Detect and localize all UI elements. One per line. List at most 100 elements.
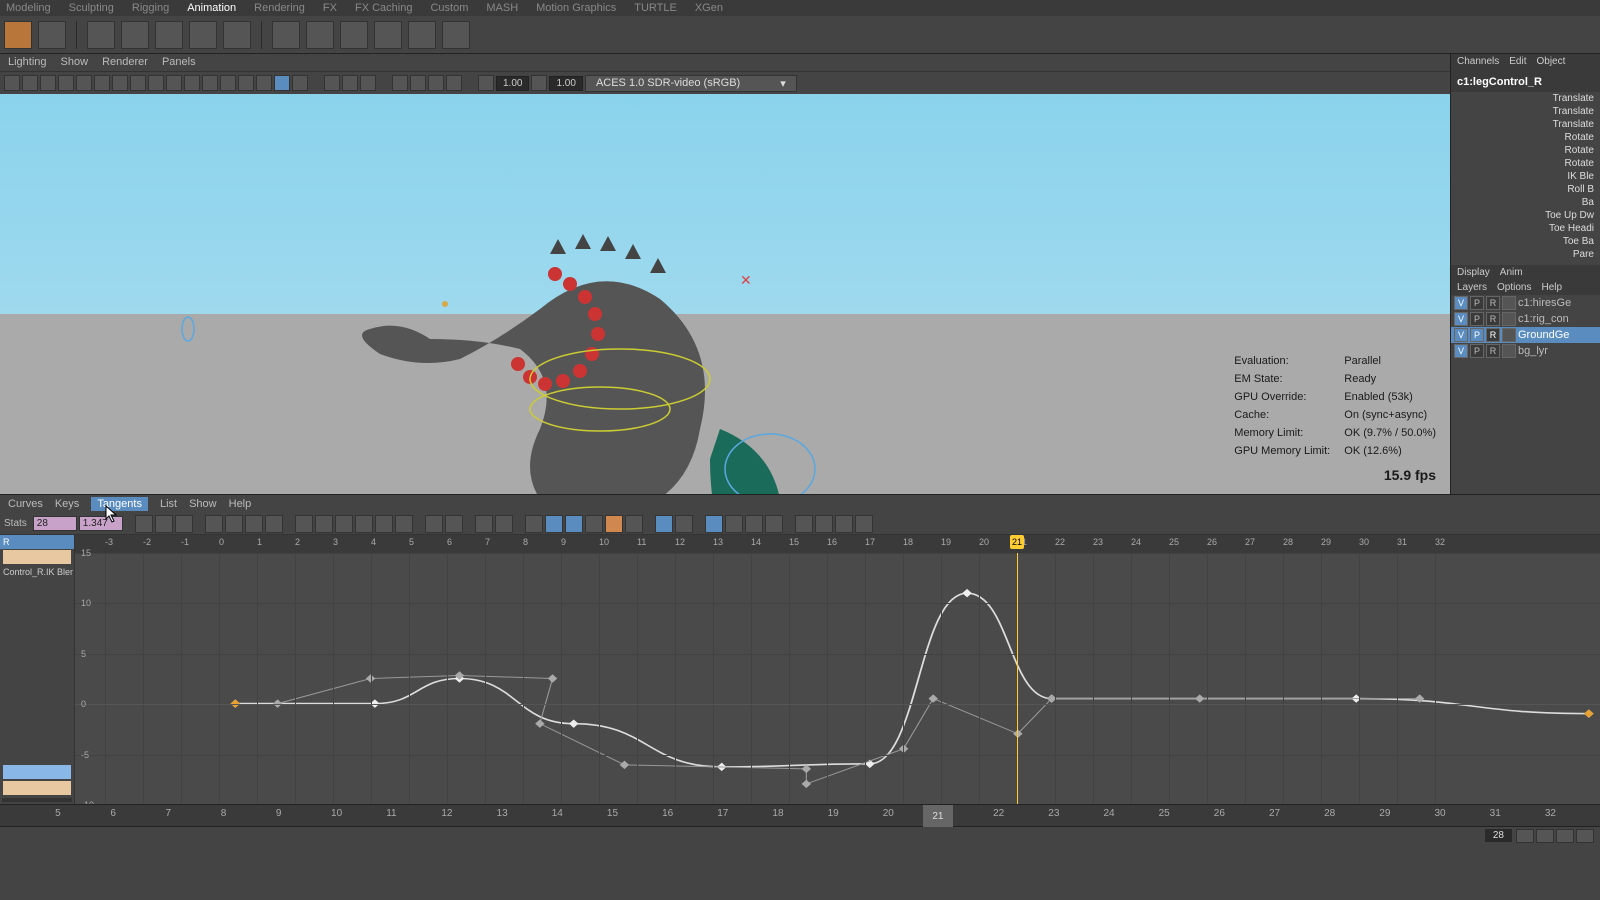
ge-time-ruler[interactable]: -3-2-10123456789101112131415161718192021… <box>75 535 1600 553</box>
vp-exposure-field[interactable]: 1.00 <box>549 76 582 91</box>
ge-btn-33[interactable] <box>855 515 873 533</box>
ge-btn-20[interactable] <box>565 515 583 533</box>
vp-tool-14[interactable] <box>238 75 254 91</box>
ws-rigging[interactable]: Rigging <box>132 2 169 14</box>
ge-menu-keys[interactable]: Keys <box>55 498 79 510</box>
ge-btn-2[interactable] <box>155 515 173 533</box>
cb-attr[interactable]: IK Ble <box>1451 170 1600 183</box>
vp-tool-21[interactable] <box>392 75 408 91</box>
cb-tab-object[interactable]: Object <box>1537 56 1566 70</box>
layer-ref-toggle[interactable]: R <box>1486 328 1500 342</box>
layer-color-swatch[interactable] <box>1502 296 1516 310</box>
ge-tangent-spline[interactable] <box>295 515 313 533</box>
ws-mograph[interactable]: Motion Graphics <box>536 2 616 14</box>
ge-tangent-flat[interactable] <box>375 515 393 533</box>
ge-btn-32[interactable] <box>835 515 853 533</box>
layer-visible-toggle[interactable]: V <box>1454 344 1468 358</box>
shelf-btn-13[interactable] <box>442 21 470 49</box>
vp-tool-5[interactable] <box>76 75 92 91</box>
ge-channel-swatch[interactable] <box>3 550 71 564</box>
ws-rendering[interactable]: Rendering <box>254 2 305 14</box>
ge-btn-1[interactable] <box>135 515 153 533</box>
ws-animation[interactable]: Animation <box>187 2 236 14</box>
range-end-field[interactable]: 28 <box>1485 829 1512 842</box>
ge-btn-25[interactable] <box>675 515 693 533</box>
shelf-btn-12[interactable] <box>408 21 436 49</box>
cb-attr[interactable]: Ba <box>1451 196 1600 209</box>
layer-menu-help[interactable]: Help <box>1541 282 1562 293</box>
ge-outliner-root[interactable]: R <box>0 535 74 549</box>
vp-menu-renderer[interactable]: Renderer <box>102 56 148 69</box>
vp-tool-24[interactable] <box>446 75 462 91</box>
shelf-btn-9[interactable] <box>306 21 334 49</box>
layer-visible-toggle[interactable]: V <box>1454 328 1468 342</box>
ge-btn-21[interactable] <box>585 515 603 533</box>
rig-marker[interactable]: ✕ <box>740 272 752 289</box>
layer-tab-display[interactable]: Display <box>1457 267 1490 278</box>
ge-btn-14[interactable] <box>425 515 443 533</box>
ge-outliner[interactable]: R Control_R.IK Bler <box>0 535 75 804</box>
ws-mash[interactable]: MASH <box>486 2 518 14</box>
layer-visible-toggle[interactable]: V <box>1454 312 1468 326</box>
time-slider[interactable]: 5678910111213141516171819202122232425262… <box>0 804 1600 826</box>
vp-tool-23[interactable] <box>428 75 444 91</box>
vp-tool-19[interactable] <box>342 75 358 91</box>
shelf-btn-1[interactable] <box>4 21 32 49</box>
layer-ref-toggle[interactable]: R <box>1486 296 1500 310</box>
ge-tangent-plateau[interactable] <box>395 515 413 533</box>
vp-tool-1[interactable] <box>4 75 20 91</box>
vp-tool-16[interactable] <box>274 75 290 91</box>
cb-tab-channels[interactable]: Channels <box>1457 56 1499 70</box>
ge-btn-17[interactable] <box>495 515 513 533</box>
vp-tool-4[interactable] <box>58 75 74 91</box>
vp-tool-7[interactable] <box>112 75 128 91</box>
ge-btn-16[interactable] <box>475 515 493 533</box>
ws-custom[interactable]: Custom <box>430 2 468 14</box>
shelf-btn-10[interactable] <box>340 21 368 49</box>
ge-tangent-linear[interactable] <box>315 515 333 533</box>
vp-tool-17[interactable] <box>292 75 308 91</box>
cb-attr[interactable]: Toe Ba <box>1451 235 1600 248</box>
ge-btn-3[interactable] <box>175 515 193 533</box>
play-forward-button[interactable] <box>1576 829 1594 843</box>
layer-tab-anim[interactable]: Anim <box>1500 267 1523 278</box>
shelf-btn-11[interactable] <box>374 21 402 49</box>
vp-tool-8[interactable] <box>130 75 146 91</box>
viewport-3d[interactable]: ✕ Evaluation:Parallel EM State:Ready GPU… <box>0 94 1450 494</box>
shelf-btn-2[interactable] <box>38 21 66 49</box>
layer-ref-toggle[interactable]: R <box>1486 312 1500 326</box>
ge-menu-show[interactable]: Show <box>189 498 217 510</box>
ge-btn-26[interactable] <box>705 515 723 533</box>
rig-eye-control[interactable] <box>180 314 200 344</box>
vp-refresh-icon[interactable] <box>478 75 494 91</box>
layer-playback-toggle[interactable]: P <box>1470 328 1484 342</box>
ge-btn-30[interactable] <box>795 515 813 533</box>
shelf-btn-6[interactable] <box>189 21 217 49</box>
vp-menu-panels[interactable]: Panels <box>162 56 196 69</box>
ge-btn-31[interactable] <box>815 515 833 533</box>
vp-tool-13[interactable] <box>220 75 236 91</box>
cb-attr[interactable]: Toe Up Dw <box>1451 209 1600 222</box>
ge-menu-curves[interactable]: Curves <box>8 498 43 510</box>
ge-btn-4[interactable] <box>205 515 223 533</box>
vp-tool-6[interactable] <box>94 75 110 91</box>
vp-tool-11[interactable] <box>184 75 200 91</box>
layer-playback-toggle[interactable]: P <box>1470 344 1484 358</box>
vp-tool-10[interactable] <box>166 75 182 91</box>
ws-turtle[interactable]: TURTLE <box>634 2 677 14</box>
layer-row[interactable]: VPRc1:hiresGe <box>1451 295 1600 311</box>
play-rewind-button[interactable] <box>1516 829 1534 843</box>
cb-attr[interactable]: Translate <box>1451 92 1600 105</box>
vp-tool-20[interactable] <box>360 75 376 91</box>
ge-channel-swatch[interactable] <box>3 765 71 779</box>
layer-visible-toggle[interactable]: V <box>1454 296 1468 310</box>
vp-colorspace-dropdown[interactable]: ACES 1.0 SDR-video (sRGB)▾ <box>585 75 797 92</box>
layer-row[interactable]: VPRbg_lyr <box>1451 343 1600 359</box>
ge-channel-swatch[interactable] <box>3 781 71 795</box>
vp-menu-lighting[interactable]: Lighting <box>8 56 47 69</box>
layer-playback-toggle[interactable]: P <box>1470 312 1484 326</box>
ge-btn-22[interactable] <box>605 515 623 533</box>
ws-fxcaching[interactable]: FX Caching <box>355 2 412 14</box>
layer-menu-options[interactable]: Options <box>1497 282 1531 293</box>
shelf-btn-8[interactable] <box>272 21 300 49</box>
